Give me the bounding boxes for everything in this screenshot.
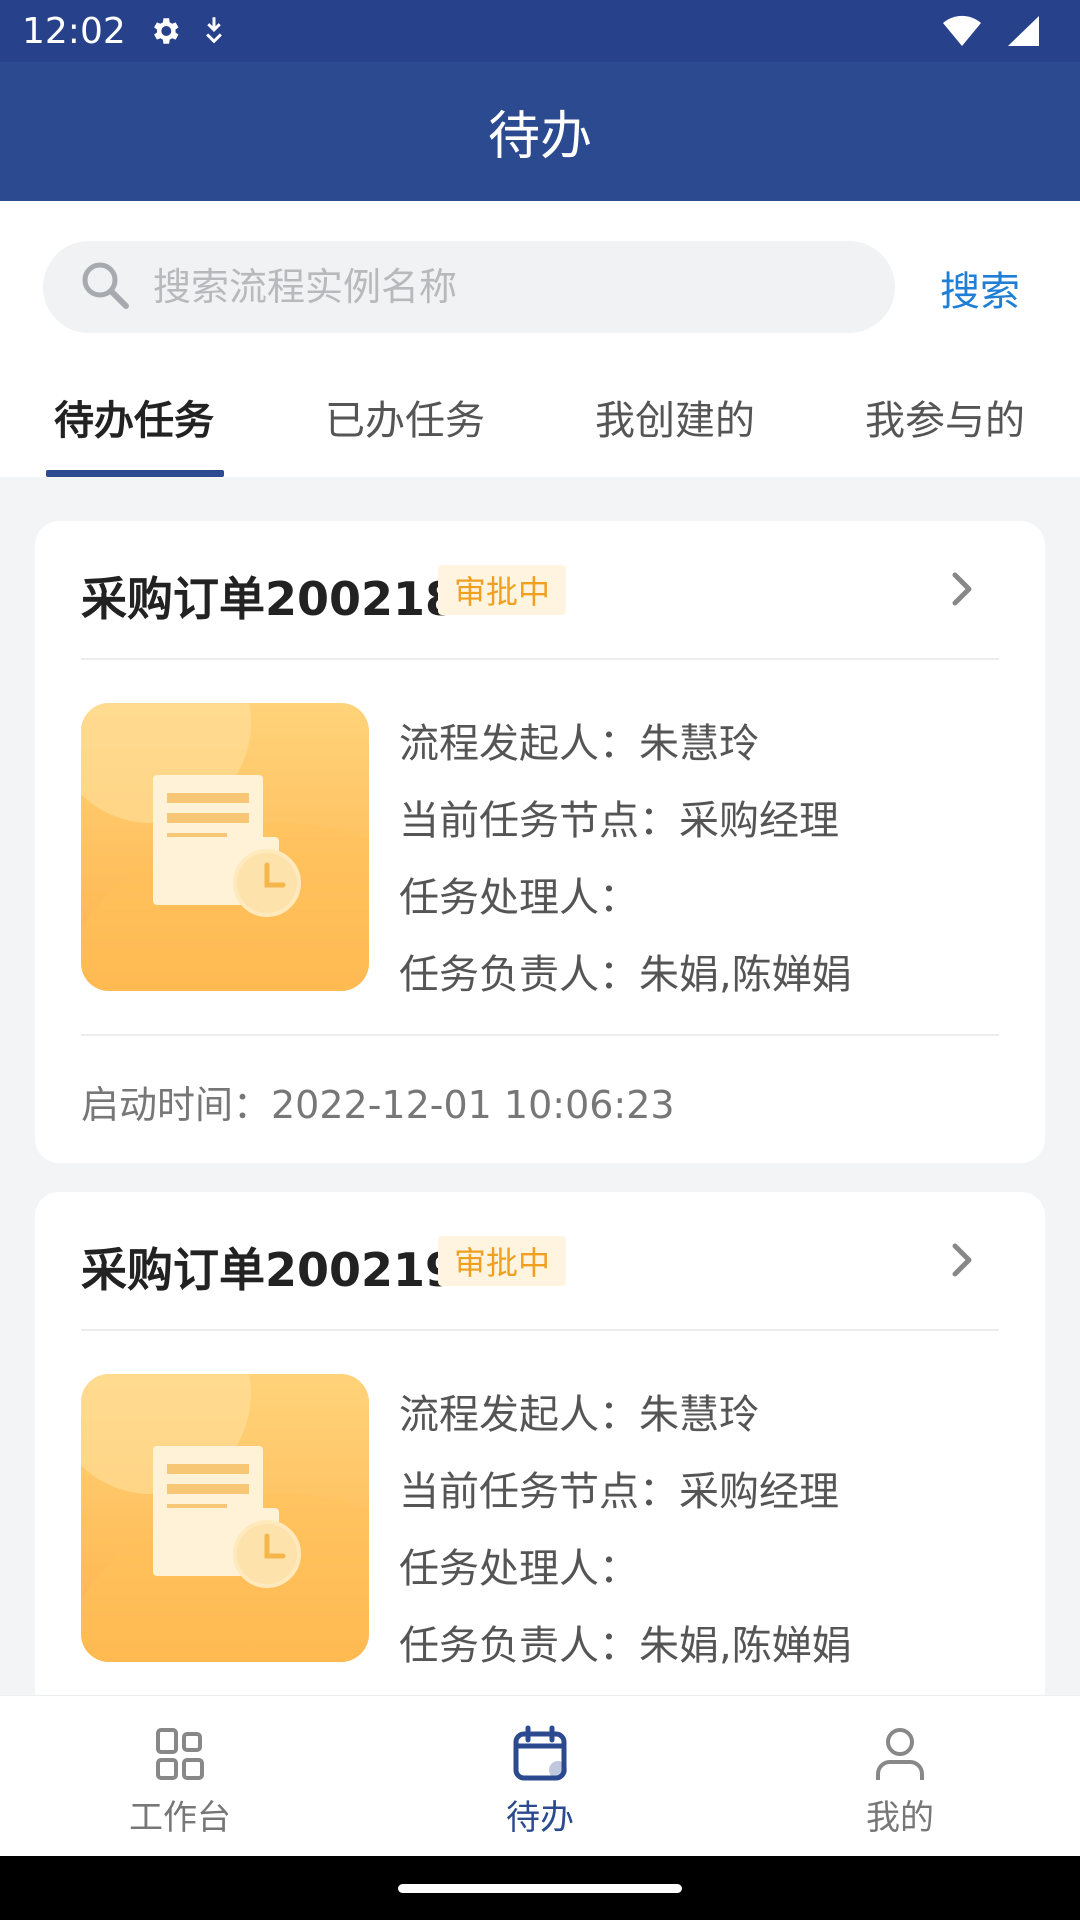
tab-pending-tasks[interactable]: 待办任务 xyxy=(54,388,214,446)
order-thumbnail-icon xyxy=(81,1374,369,1662)
task-card[interactable]: 采购订单200218 审批中 流程发起人：朱慧玲 当前任务节点：采购经理 任务处… xyxy=(35,521,1045,1163)
nav-todo[interactable]: 待办 xyxy=(360,1696,720,1857)
divider xyxy=(81,1034,999,1036)
tab-active-indicator xyxy=(46,470,224,477)
tab-created-by-me[interactable]: 我创建的 xyxy=(595,388,755,446)
divider xyxy=(81,1329,999,1331)
order-thumbnail-icon xyxy=(81,703,369,991)
tab-done-tasks[interactable]: 已办任务 xyxy=(325,388,485,446)
chevron-right-icon[interactable] xyxy=(947,1238,977,1286)
tab-participated[interactable]: 我参与的 xyxy=(865,388,1025,446)
task-card[interactable]: 采购订单200219 审批中 流程发起人：朱慧玲 当前任务节点：采购经理 任务处… xyxy=(35,1192,1045,1732)
info-initiator: 流程发起人：朱慧玲 xyxy=(399,721,759,767)
search-button[interactable]: 搜索 xyxy=(940,259,1020,317)
status-badge: 审批中 xyxy=(438,565,567,615)
calendar-icon xyxy=(510,1724,570,1784)
info-owner: 任务负责人：朱娟,陈婵娟 xyxy=(399,1623,852,1669)
page-title: 待办 xyxy=(487,107,592,167)
card-title: 采购订单200218 xyxy=(81,572,458,626)
nav-workbench[interactable]: 工作台 xyxy=(0,1696,360,1857)
card-title: 采购订单200219 xyxy=(81,1243,458,1297)
status-badge: 审批中 xyxy=(438,1236,567,1286)
info-handler: 任务处理人： xyxy=(399,875,639,921)
signal-icon xyxy=(1006,15,1040,47)
nav-label: 我的 xyxy=(866,1798,934,1838)
info-current-node: 当前任务节点：采购经理 xyxy=(399,1469,839,1515)
download-arrow-icon xyxy=(200,15,228,47)
grid-icon xyxy=(150,1724,210,1784)
tab-bar: 待办任务 已办任务 我创建的 我参与的 xyxy=(0,370,1080,477)
status-time: 12:02 xyxy=(22,10,126,52)
nav-mine[interactable]: 我的 xyxy=(720,1696,1080,1857)
nav-label: 工作台 xyxy=(129,1798,231,1838)
gear-icon xyxy=(148,14,182,48)
wifi-icon xyxy=(942,15,982,47)
info-owner: 任务负责人：朱娟,陈婵娟 xyxy=(399,952,852,998)
chevron-right-icon[interactable] xyxy=(947,567,977,615)
page-header: 待办 xyxy=(0,62,1080,201)
search-box[interactable] xyxy=(43,241,895,333)
info-handler: 任务处理人： xyxy=(399,1546,639,1592)
search-input[interactable] xyxy=(153,265,873,309)
person-icon xyxy=(870,1724,930,1784)
status-bar: 12:02 xyxy=(0,0,1080,62)
info-current-node: 当前任务节点：采购经理 xyxy=(399,798,839,844)
nav-label: 待办 xyxy=(506,1798,574,1838)
search-icon xyxy=(79,259,131,315)
bottom-nav: 工作台 待办 我的 xyxy=(0,1695,1080,1856)
divider xyxy=(81,658,999,660)
start-time: 启动时间：2022-12-01 10:06:23 xyxy=(81,1083,675,1127)
info-initiator: 流程发起人：朱慧玲 xyxy=(399,1392,759,1438)
home-indicator[interactable] xyxy=(398,1884,682,1893)
